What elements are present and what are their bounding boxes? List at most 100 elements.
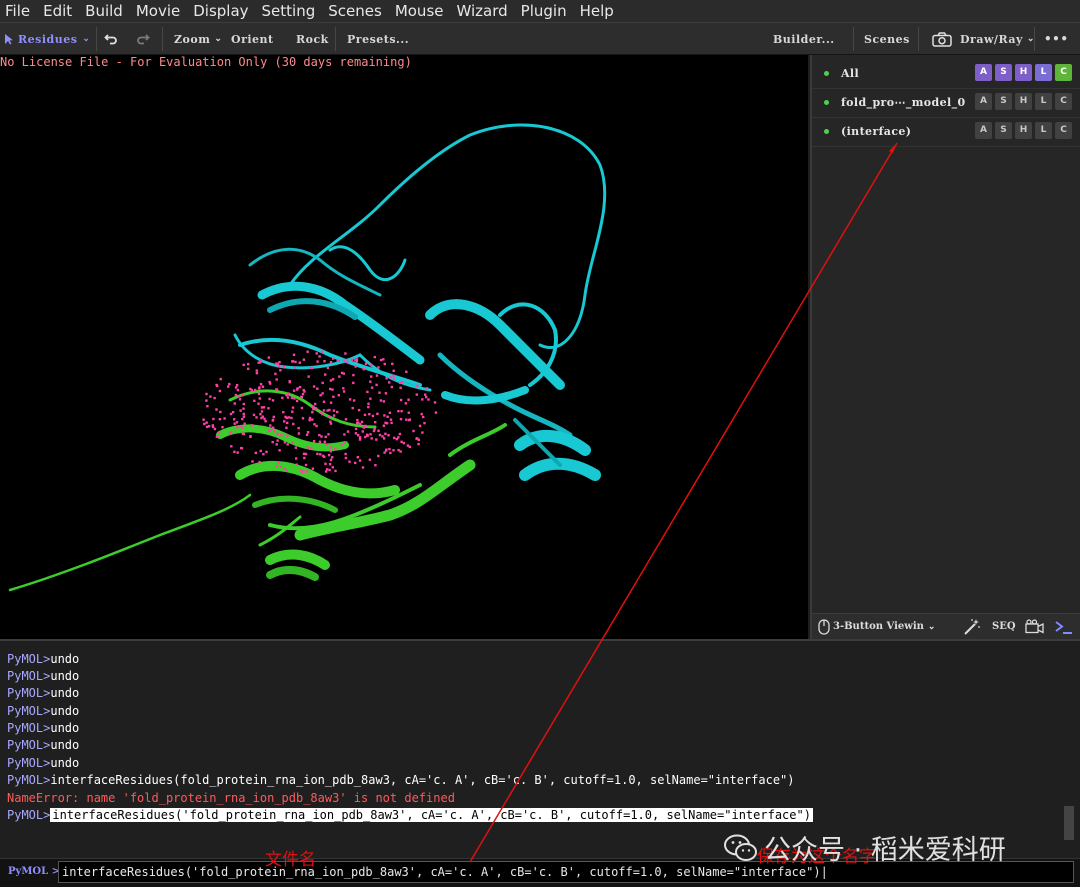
interface-dot bbox=[235, 421, 239, 424]
redo-button[interactable] bbox=[136, 23, 150, 55]
interface-dot bbox=[407, 411, 410, 414]
menu-plugin[interactable]: Plugin bbox=[516, 0, 575, 22]
show-button[interactable]: S bbox=[995, 93, 1012, 110]
interface-dot bbox=[230, 445, 233, 448]
interface-dot bbox=[255, 369, 258, 372]
menu-help[interactable]: Help bbox=[575, 0, 622, 22]
interface-dot bbox=[357, 421, 360, 424]
interface-dot bbox=[336, 410, 339, 414]
interface-dot bbox=[427, 398, 430, 401]
action-button[interactable]: A bbox=[975, 122, 992, 139]
color-button[interactable]: C bbox=[1055, 122, 1072, 139]
sequence-button[interactable]: SEQ bbox=[992, 614, 1016, 639]
action-button[interactable]: A bbox=[975, 93, 992, 110]
highlighted-command[interactable]: interfaceResidues('fold_protein_rna_ion_… bbox=[50, 808, 813, 822]
object-row-all[interactable]: All A S H L C bbox=[812, 59, 1080, 89]
interface-dot bbox=[231, 411, 235, 414]
color-button[interactable]: C bbox=[1055, 93, 1072, 110]
hide-button[interactable]: H bbox=[1015, 93, 1032, 110]
interface-dot bbox=[287, 392, 290, 395]
menu-wizard[interactable]: Wizard bbox=[451, 0, 515, 22]
label-button[interactable]: L bbox=[1035, 122, 1052, 139]
interface-dot bbox=[311, 411, 314, 414]
interface-dot bbox=[254, 388, 257, 392]
menu-edit[interactable]: Edit bbox=[38, 0, 80, 22]
molecular-viewport[interactable]: No License File - For Evaluation Only (3… bbox=[0, 55, 808, 639]
show-button[interactable]: S bbox=[995, 122, 1012, 139]
interface-dot bbox=[296, 387, 299, 390]
interface-dot bbox=[331, 466, 334, 469]
menu-build[interactable]: Build bbox=[80, 0, 131, 22]
interface-dot bbox=[262, 406, 266, 409]
selection-mode-button[interactable]: Residues ⌄ bbox=[4, 23, 90, 55]
interface-dot bbox=[227, 385, 230, 388]
object-name[interactable]: (interface) bbox=[841, 125, 911, 138]
command-line-button[interactable] bbox=[1054, 614, 1074, 639]
interface-dot bbox=[375, 383, 378, 387]
draw-ray-button[interactable]: Draw/Ray ⌄ bbox=[932, 23, 1035, 55]
interface-dot bbox=[315, 424, 318, 428]
console-prompt: PyMOL> bbox=[7, 652, 51, 666]
console-scrollbar[interactable] bbox=[1064, 806, 1074, 840]
menu-scenes[interactable]: Scenes bbox=[323, 0, 390, 22]
color-button[interactable]: C bbox=[1055, 64, 1072, 81]
label-button[interactable]: L bbox=[1035, 64, 1052, 81]
menu-file[interactable]: File bbox=[0, 0, 38, 22]
menu-setting[interactable]: Setting bbox=[257, 0, 324, 22]
undo-button[interactable] bbox=[104, 23, 118, 55]
interface-dot bbox=[323, 440, 327, 443]
menu-display[interactable]: Display bbox=[188, 0, 256, 22]
zoom-button[interactable]: Zoom ⌄ bbox=[174, 23, 222, 55]
label-button[interactable]: L bbox=[1035, 93, 1052, 110]
object-name[interactable]: fold_pro⋯_model_0 bbox=[841, 96, 966, 109]
menu-movie[interactable]: Movie bbox=[131, 0, 188, 22]
enabled-indicator[interactable] bbox=[824, 100, 829, 105]
orient-button[interactable]: Orient bbox=[231, 23, 274, 55]
interface-dot bbox=[240, 447, 244, 450]
interface-dot bbox=[384, 432, 387, 435]
draw-ray-label: Draw/Ray bbox=[960, 32, 1023, 46]
menu-mouse[interactable]: Mouse bbox=[390, 0, 452, 22]
interface-dot bbox=[332, 414, 336, 417]
wizard-button[interactable] bbox=[963, 614, 981, 639]
movie-button[interactable] bbox=[1025, 614, 1044, 639]
builder-button[interactable]: Builder... bbox=[773, 23, 835, 55]
interface-dot bbox=[324, 470, 328, 473]
hide-button[interactable]: H bbox=[1015, 64, 1032, 81]
interface-dot bbox=[421, 431, 424, 434]
object-row-model[interactable]: fold_pro⋯_model_0 A S H L C bbox=[812, 88, 1080, 118]
presets-button[interactable]: Presets... bbox=[347, 23, 409, 55]
interface-dot bbox=[324, 373, 327, 376]
object-name[interactable]: All bbox=[841, 67, 859, 80]
interface-dot bbox=[249, 387, 252, 391]
interface-dot bbox=[285, 394, 288, 397]
more-options-button[interactable]: ••• bbox=[1044, 23, 1069, 55]
enabled-indicator[interactable] bbox=[824, 129, 829, 134]
rock-button[interactable]: Rock bbox=[296, 23, 329, 55]
interface-dot bbox=[228, 432, 232, 435]
interface-dot bbox=[242, 407, 245, 410]
interface-dot bbox=[269, 424, 272, 427]
interface-dot bbox=[260, 416, 263, 420]
action-button[interactable]: A bbox=[975, 64, 992, 81]
show-button[interactable]: S bbox=[995, 64, 1012, 81]
hide-button[interactable]: H bbox=[1015, 122, 1032, 139]
interface-dot bbox=[399, 417, 403, 421]
interface-dot bbox=[236, 388, 240, 392]
interface-dot bbox=[348, 398, 352, 401]
interface-dot bbox=[361, 430, 364, 433]
interface-dot bbox=[312, 405, 315, 408]
mouse-mode-button[interactable]: 3-Button Viewin ⌄ bbox=[818, 614, 935, 639]
scenes-button[interactable]: Scenes bbox=[864, 23, 910, 55]
interface-dot bbox=[334, 469, 337, 473]
interface-dot bbox=[275, 465, 278, 468]
interface-dot bbox=[314, 407, 318, 410]
zoom-label: Zoom bbox=[174, 32, 211, 46]
interface-dot bbox=[325, 468, 329, 471]
interface-dot bbox=[257, 387, 261, 390]
enabled-indicator[interactable] bbox=[824, 71, 829, 76]
interface-dot bbox=[417, 442, 420, 446]
object-row-interface[interactable]: (interface) A S H L C bbox=[812, 117, 1080, 147]
interface-dot bbox=[423, 421, 426, 425]
interface-dot bbox=[233, 402, 236, 405]
